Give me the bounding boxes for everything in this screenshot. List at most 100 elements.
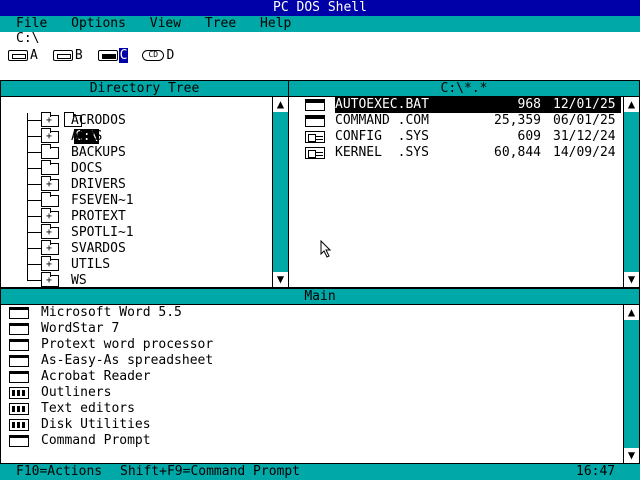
program-list-scrollbar[interactable]: ▲ ▼ bbox=[623, 305, 639, 463]
file-date: 06/01/25 bbox=[553, 113, 616, 128]
file-size: 25,359 bbox=[494, 113, 541, 128]
tree-branch-line bbox=[27, 152, 41, 153]
drive-letter: C bbox=[118, 47, 129, 63]
tree-folder-item[interactable]: + WS bbox=[27, 271, 87, 289]
file-row[interactable]: COMMAND .COM 25,359 06/01/25 bbox=[305, 113, 623, 129]
menu-options[interactable]: Options bbox=[71, 16, 126, 32]
mouse-pointer-icon bbox=[320, 240, 332, 258]
scroll-up-arrow-icon[interactable]: ▲ bbox=[624, 97, 639, 112]
scroll-up-arrow-icon[interactable]: ▲ bbox=[624, 305, 639, 320]
program-item[interactable]: WordStar 7 bbox=[9, 321, 119, 337]
folder-plus-icon: + bbox=[41, 271, 59, 287]
window-title: PC DOS Shell bbox=[273, 0, 367, 15]
main-group-panel: Main Microsoft Word 5.5 WordStar 7 Protext… bbox=[0, 288, 640, 464]
tree-branch-line bbox=[27, 136, 41, 137]
folder-plus-icon: + bbox=[41, 127, 59, 143]
scroll-down-arrow-icon[interactable]: ▼ bbox=[273, 272, 288, 287]
program-group-icon bbox=[9, 386, 29, 399]
drive-bar: A B C CD D bbox=[8, 46, 189, 64]
tree-folder-label: ACRODOS bbox=[71, 113, 126, 128]
program-item-label: Microsoft Word 5.5 bbox=[41, 305, 182, 320]
file-name: CONFIG .SYS bbox=[335, 129, 429, 144]
directory-tree-panel: Directory Tree C:\ + ACRODOS + APPS BACKUPS D… bbox=[0, 80, 289, 288]
menu-view[interactable]: View bbox=[150, 16, 181, 32]
program-item-label: WordStar 7 bbox=[41, 321, 120, 336]
program-item[interactable]: Protext word processor bbox=[9, 337, 213, 353]
tree-folder-label: DRIVERS bbox=[71, 177, 126, 192]
file-date: 14/09/24 bbox=[553, 145, 616, 160]
scroll-up-arrow-icon[interactable]: ▲ bbox=[273, 97, 288, 112]
tree-folder-label: SPOTLI~1 bbox=[71, 225, 134, 240]
tree-folder-label: UTILS bbox=[71, 257, 111, 272]
program-icon bbox=[9, 338, 29, 351]
drive-c[interactable]: C bbox=[97, 47, 129, 63]
drive-letter: B bbox=[74, 47, 83, 63]
status-hint-actions[interactable]: F10=Actions bbox=[16, 464, 102, 480]
folder-plus-icon: + bbox=[41, 207, 59, 223]
file-list-header: C:\*.* bbox=[289, 81, 639, 97]
file-name: KERNEL .SYS bbox=[335, 145, 429, 160]
tree-branch-line bbox=[27, 280, 41, 281]
program-item[interactable]: Microsoft Word 5.5 bbox=[9, 305, 182, 321]
tree-branch-line bbox=[27, 168, 41, 169]
folder-plus-icon: + bbox=[41, 239, 59, 255]
menu-tree[interactable]: Tree bbox=[205, 16, 236, 32]
title-bar: PC DOS Shell bbox=[0, 0, 640, 16]
tree-root[interactable]: C:\ bbox=[17, 97, 100, 144]
file-row[interactable]: CONFIG .SYS 609 31/12/24 bbox=[305, 129, 623, 145]
file-list-scrollbar[interactable]: ▲ ▼ bbox=[623, 97, 639, 287]
folder-plus-icon: + bbox=[41, 223, 59, 239]
program-item[interactable]: Outliners bbox=[9, 385, 111, 401]
program-item-label: Command Prompt bbox=[41, 433, 151, 448]
tree-branch-line bbox=[27, 248, 41, 249]
status-bar: F10=Actions Shift+F9=Command Prompt 16:4… bbox=[0, 464, 640, 480]
tree-scrollbar[interactable]: ▲ ▼ bbox=[272, 97, 288, 287]
file-row[interactable]: KERNEL .SYS 60,844 14/09/24 bbox=[305, 145, 623, 161]
folder-plus-icon: + bbox=[41, 175, 59, 191]
tree-folder-item[interactable]: DOCS bbox=[27, 159, 103, 177]
main-group-header: Main bbox=[1, 289, 639, 305]
file-name: AUTOEXEC.BAT bbox=[335, 97, 429, 112]
program-item[interactable]: As-Easy-As spreadsheet bbox=[9, 353, 213, 369]
program-icon bbox=[9, 322, 29, 335]
drive-b[interactable]: B bbox=[52, 47, 84, 63]
tree-branch-line bbox=[27, 200, 41, 201]
system-file-icon bbox=[305, 130, 325, 143]
program-item-label: Outliners bbox=[41, 385, 112, 400]
program-item-label: Protext word processor bbox=[41, 337, 214, 352]
program-item[interactable]: Disk Utilities bbox=[9, 417, 151, 433]
menu-help[interactable]: Help bbox=[260, 16, 291, 32]
menu-file[interactable]: File bbox=[16, 16, 47, 32]
tree-folder-label: SVARDOS bbox=[71, 241, 126, 256]
folder-plus-icon: + bbox=[41, 111, 59, 127]
status-hint-command-prompt[interactable]: Shift+F9=Command Prompt bbox=[120, 464, 300, 480]
tree-folder-label: FSEVEN~1 bbox=[71, 193, 134, 208]
file-list-panel: C:\*.* AUTOEXEC.BAT 968 12/01/25 COMMAND .C… bbox=[288, 80, 640, 288]
tree-branch-line bbox=[27, 232, 41, 233]
menu-bar: File Options View Tree Help bbox=[0, 16, 640, 32]
tree-folder-item[interactable]: + APPS bbox=[27, 127, 102, 145]
program-item[interactable]: Text editors bbox=[9, 401, 135, 417]
file-list: AUTOEXEC.BAT 968 12/01/25 COMMAND .COM 25,35… bbox=[289, 97, 623, 287]
tree-folder-item[interactable]: + UTILS bbox=[27, 255, 111, 273]
folder-plus-icon: + bbox=[41, 255, 59, 271]
floppy-drive-icon bbox=[52, 49, 73, 61]
program-icon bbox=[9, 306, 29, 319]
folder-icon bbox=[41, 159, 59, 175]
floppy-drive-icon bbox=[8, 49, 28, 61]
file-date: 31/12/24 bbox=[553, 129, 616, 144]
file-row[interactable]: AUTOEXEC.BAT 968 12/01/25 bbox=[305, 97, 623, 113]
program-item[interactable]: Acrobat Reader bbox=[9, 369, 151, 385]
file-size: 609 bbox=[517, 129, 541, 144]
scroll-down-arrow-icon[interactable]: ▼ bbox=[624, 448, 639, 463]
folder-icon bbox=[41, 143, 59, 159]
file-date: 12/01/25 bbox=[553, 97, 616, 112]
drive-a[interactable]: A bbox=[8, 47, 39, 63]
status-clock: 16:47 bbox=[576, 464, 616, 479]
program-item[interactable]: Command Prompt bbox=[9, 433, 151, 449]
drive-d[interactable]: CD D bbox=[142, 47, 175, 63]
scroll-down-arrow-icon[interactable]: ▼ bbox=[624, 272, 639, 287]
hard-drive-icon bbox=[97, 49, 118, 61]
tree-folder-label: DOCS bbox=[71, 161, 103, 176]
tree-branch-line bbox=[27, 184, 41, 185]
